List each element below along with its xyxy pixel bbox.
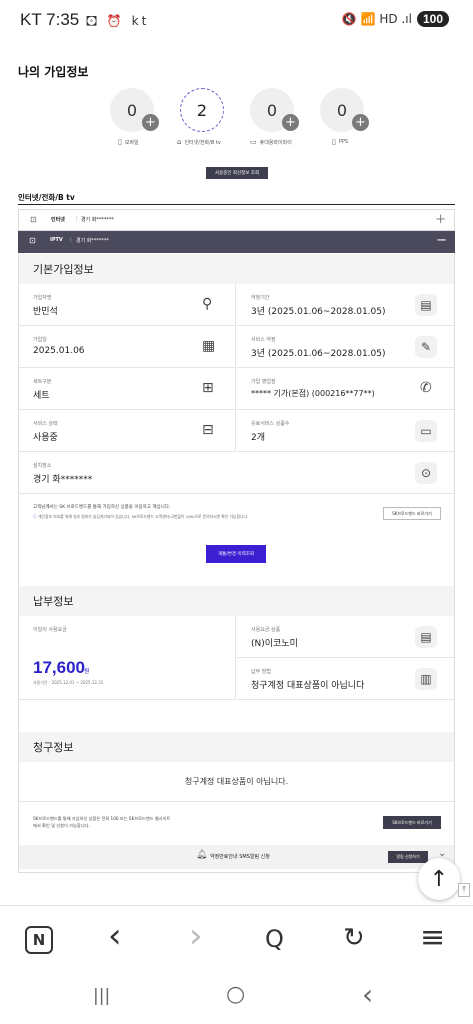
tv-icon: ⊡: [29, 236, 36, 245]
sms-alert-bar: 🔔︎ 약정만료안내 SMS알림 신청 알림 신청하기 ⌄: [19, 845, 454, 869]
sk-broadband-button[interactable]: SK브로드밴드 바로가기: [383, 507, 441, 520]
recent-apps-icon[interactable]: |||: [93, 986, 110, 1006]
field-branch: 가입 영업점 ***** 기가(본점) (000216**77**) ✆: [237, 368, 454, 410]
field-service-contract: 서비스 약정 3년 (2025.01.06~2028.01.05) ✎: [237, 326, 454, 368]
row-address: 경기 화*******: [81, 217, 114, 223]
row-type: 인터넷: [51, 217, 65, 223]
add-icon[interactable]: +: [282, 114, 299, 131]
scroll-top-small-icon[interactable]: ⤒: [458, 883, 470, 897]
tv-icon: ▭: [415, 420, 437, 442]
calendar-icon: ▦: [202, 338, 216, 354]
pps-icon: ▯: [332, 138, 336, 146]
history-lookup-button[interactable]: 개통/변경 이력조회: [206, 545, 266, 563]
section-title-basic-info: 기본가입정보: [33, 263, 94, 276]
add-icon[interactable]: +: [352, 114, 369, 131]
document-search-icon: ▤: [415, 294, 437, 316]
collapse-icon[interactable]: −: [436, 233, 447, 248]
service-label: ▯ 모바일: [118, 138, 139, 146]
expand-icon[interactable]: +: [435, 212, 446, 227]
bottom-note: SK브로드밴드를 통해 가입하신 상품은 전화 106 또는 SK브로드밴드 웹…: [33, 816, 171, 821]
location-icon[interactable]: ⊙: [415, 462, 437, 484]
usage-period: 사용기간 : 2025.12.01 ~ 2025.12.31: [33, 680, 104, 685]
status-time: KT 7:35: [20, 10, 80, 29]
divider: [18, 204, 455, 205]
field-payment-method: 납부 방법 청구계정 대표상품이 아닙니다 ▥: [237, 658, 454, 700]
service-internet-phone-btv[interactable]: 2: [180, 88, 230, 138]
wifi-device-icon: ▭: [250, 138, 257, 146]
field-service-status: 서비스 상태 사용중 ⊟: [19, 410, 236, 452]
accordion-row-internet[interactable]: ⊡ 인터넷 | 경기 화******* +: [18, 209, 455, 231]
receipt-icon: ▥: [415, 668, 437, 690]
monitor-icon: ⊡: [30, 215, 37, 224]
section-title-billing-info: 청구정보: [33, 741, 74, 754]
field-contract-period: 약정기간 3년 (2025.01.06~2028.01.05) ▤: [237, 284, 454, 326]
billing-message: 청구계정 대표상품이 아닙니다.: [184, 777, 289, 786]
notice-subtext: ⓘ 개인정보 보호를 위해 일부 정보가 숨김처리되어 있습니다. SK브로드밴…: [33, 514, 249, 519]
menu-icon[interactable]: ≡: [420, 920, 445, 955]
row-address: 경기 화*******: [76, 238, 109, 244]
add-icon[interactable]: +: [142, 114, 159, 131]
bottom-note-2: 에서 확인 및 신청이 가능합니다.: [33, 823, 90, 828]
back-icon[interactable]: ‹: [108, 916, 122, 956]
field-paid-service-count: 유료서비스 상품수 2개 ▭: [237, 410, 454, 452]
signal-icon: 🔇 📶 HD .ıl: [341, 12, 412, 26]
section-title-internet: 인터넷/전화/B tv: [18, 193, 75, 202]
monthly-fee-panel: 이달의 사용요금 17,600 원 사용기간 : 2025.12.01 ~ 20…: [19, 616, 236, 700]
battery-icon: 100: [416, 11, 449, 27]
billing-message-panel: 청구계정 대표상품이 아닙니다.: [19, 762, 454, 802]
row-type: IPTV: [50, 237, 63, 243]
sk-broadband-link-button[interactable]: SK브로드밴드 바로가기: [383, 816, 441, 829]
service-label: ▯ PPS: [332, 138, 349, 146]
edit-document-icon: ✎: [415, 336, 437, 358]
notice-text: 고객님께서는 SK 브로드밴드를 통해 가입하신 상품을 이용하고 계십니다.: [33, 505, 171, 510]
status-right-icons: 🔇 📶 HD .ıl 100: [342, 11, 449, 27]
mobile-icon: ▯: [118, 138, 122, 146]
phone-icon[interactable]: ✆: [420, 380, 432, 396]
monthly-amount: 17,600: [33, 658, 85, 677]
service-mobile[interactable]: 0 +: [110, 88, 160, 138]
amount-unit: 원: [84, 668, 90, 675]
page-title: 나의 가입정보: [18, 65, 89, 79]
person-icon: ⚲: [202, 296, 213, 312]
sms-alert-label: 약정만료안내 SMS알림 신청: [210, 854, 270, 860]
home-button-icon[interactable]: ○: [226, 982, 245, 1007]
section-title-payment-info: 납부정보: [33, 595, 74, 608]
scroll-top-button[interactable]: ↑: [418, 858, 460, 900]
service-count: 2: [180, 88, 224, 132]
home-n-icon[interactable]: N: [25, 926, 53, 954]
home-icon: ⌂: [177, 138, 182, 146]
refresh-icon[interactable]: ↻: [343, 923, 365, 953]
field-install-location: 설치장소 경기 화******* ⊙: [19, 452, 454, 494]
system-back-icon[interactable]: ‹: [362, 978, 373, 1011]
field-plan: 사용요금 상품 (N)이코노미 ▤: [237, 616, 454, 658]
basic-info-grid: 가입자명 반민석 ⚲ 약정기간 3년 (2025.01.06~2028.01.0…: [19, 284, 454, 494]
sms-subscribe-button[interactable]: 알림 신청하기: [388, 851, 428, 863]
bell-icon: 🔔︎: [196, 850, 208, 860]
service-label: ▭ 휴대용와이파이: [250, 138, 292, 146]
search-icon[interactable]: Q: [265, 925, 284, 953]
accordion-row-iptv[interactable]: ⊡ IPTV | 경기 화******* −: [18, 231, 455, 253]
service-pps[interactable]: 0 +: [320, 88, 370, 138]
service-portable-wifi[interactable]: 0 +: [250, 88, 300, 138]
browser-toolbar: [0, 905, 473, 975]
field-subscriber-name: 가입자명 반민석 ⚲: [19, 284, 236, 326]
field-set-type: 세트구분 세트 ⊞: [19, 368, 236, 410]
document-search-icon: ▤: [415, 626, 437, 648]
forward-icon[interactable]: ›: [189, 916, 203, 956]
field-join-date: 가입일 2025.01.06 ▦: [19, 326, 236, 368]
billing-info-header: 청구정보: [19, 732, 454, 762]
payment-info-header: 납부정보: [19, 586, 454, 616]
service-label: ⌂ 인터넷/전화/B tv: [177, 138, 221, 146]
basic-info-header: 기본가입정보: [19, 254, 454, 284]
scrolled-content-edge: [18, 30, 458, 38]
chat-icon: ⊟: [202, 422, 214, 438]
line-info-lookup-button[interactable]: 사용중인 회선정보 조회: [206, 167, 268, 179]
gift-icon: ⊞: [202, 380, 214, 396]
